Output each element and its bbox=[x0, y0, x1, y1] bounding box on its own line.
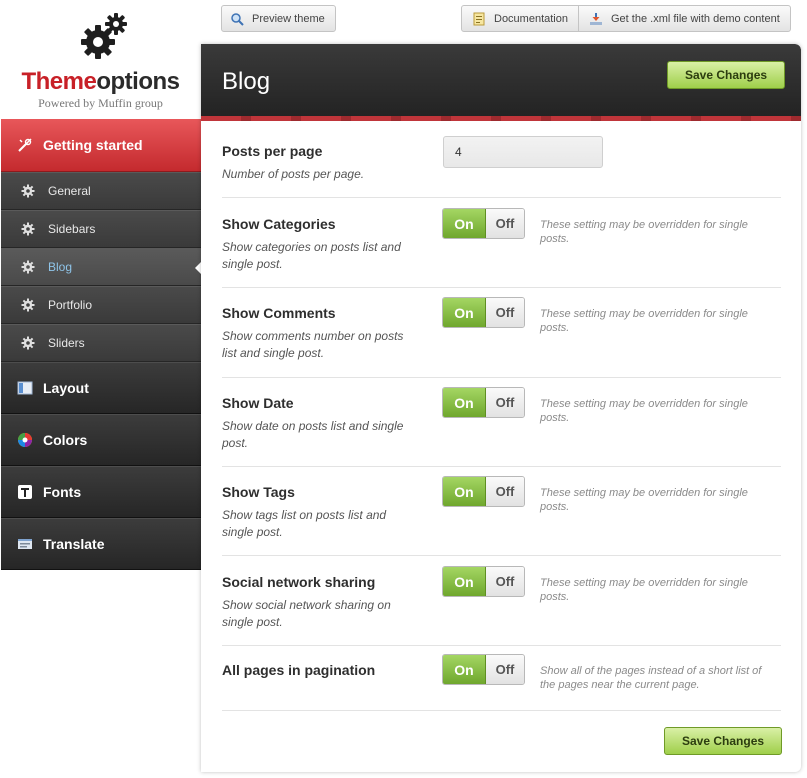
logo-powered-by: Powered by Muffin group bbox=[38, 96, 163, 110]
save-changes-button-bottom[interactable]: Save Changes bbox=[664, 727, 783, 755]
options-panel: Blog Save Changes Posts per page Number … bbox=[201, 44, 801, 772]
gear-icon bbox=[20, 335, 36, 351]
toggle-off[interactable]: Off bbox=[486, 298, 524, 327]
option-note: These setting may be overridden for sing… bbox=[540, 219, 748, 245]
download-xml-button[interactable]: Get the .xml file with demo content bbox=[578, 6, 790, 31]
option-description: Show social network sharing on single po… bbox=[222, 598, 391, 629]
gear-icon bbox=[20, 297, 36, 313]
sidebar-item-label: Sliders bbox=[48, 336, 85, 350]
social-sharing-toggle[interactable]: On Off bbox=[442, 566, 525, 597]
option-description: Show tags list on posts list and single … bbox=[222, 508, 387, 539]
sidebar: Getting started General Sidebars Blog Po… bbox=[1, 119, 202, 570]
documentation-button[interactable]: Documentation bbox=[462, 6, 578, 31]
option-note: These setting may be overridden for sing… bbox=[540, 577, 748, 603]
logo-word-options: options bbox=[96, 68, 180, 95]
translate-icon bbox=[17, 536, 33, 552]
download-xml-label: Get the .xml file with demo content bbox=[611, 12, 780, 25]
sidebar-item-fonts[interactable]: Fonts bbox=[1, 466, 201, 518]
sidebar-item-label: Fonts bbox=[43, 484, 82, 500]
sidebar-item-layout[interactable]: Layout bbox=[1, 362, 201, 414]
top-button-group: Documentation Get the .xml file with dem… bbox=[461, 5, 791, 32]
download-icon bbox=[589, 12, 603, 26]
sidebar-item-colors[interactable]: Colors bbox=[1, 414, 201, 466]
toggle-on[interactable]: On bbox=[443, 388, 486, 417]
save-changes-button-top[interactable]: Save Changes bbox=[667, 61, 786, 89]
option-note: These setting may be overridden for sing… bbox=[540, 398, 748, 424]
sidebar-item-label: Layout bbox=[43, 380, 89, 396]
toggle-off[interactable]: Off bbox=[486, 655, 524, 684]
sidebar-item-label: Blog bbox=[48, 260, 73, 274]
toggle-off[interactable]: Off bbox=[486, 477, 524, 506]
documentation-label: Documentation bbox=[494, 12, 568, 25]
option-note: These setting may be overridden for sing… bbox=[540, 487, 748, 513]
sidebar-item-label: General bbox=[48, 184, 91, 198]
toggle-on[interactable]: On bbox=[443, 567, 486, 596]
option-show-tags: Show Tags Show tags list on posts list a… bbox=[222, 476, 781, 556]
sidebar-item-translate[interactable]: Translate bbox=[1, 518, 201, 570]
option-social-sharing: Social network sharing Show social netwo… bbox=[222, 566, 781, 646]
gear-icon bbox=[20, 183, 36, 199]
option-description: Show comments number on posts list and s… bbox=[222, 329, 404, 360]
preview-theme-label: Preview theme bbox=[252, 12, 325, 25]
page-title: Blog bbox=[222, 68, 271, 95]
gear-icon bbox=[20, 221, 36, 237]
option-title: All pages in pagination bbox=[222, 662, 376, 678]
logo-word-theme: Theme bbox=[21, 68, 97, 95]
show-tags-toggle[interactable]: On Off bbox=[442, 476, 525, 507]
color-wheel-icon bbox=[17, 432, 33, 448]
sidebar-item-sliders[interactable]: Sliders bbox=[1, 324, 201, 362]
document-icon bbox=[472, 12, 486, 26]
option-show-comments: Show Comments Show comments number on po… bbox=[222, 297, 781, 378]
sidebar-item-blog[interactable]: Blog bbox=[1, 248, 202, 286]
toggle-off[interactable]: Off bbox=[486, 388, 524, 417]
option-title: Posts per page bbox=[222, 143, 323, 159]
option-note: These setting may be overridden for sing… bbox=[540, 308, 748, 334]
option-title: Show Date bbox=[222, 395, 294, 411]
preview-theme-button[interactable]: Preview theme bbox=[221, 5, 336, 32]
pagination-toggle[interactable]: On Off bbox=[442, 654, 525, 685]
show-comments-toggle[interactable]: On Off bbox=[442, 297, 525, 328]
gears-icon bbox=[81, 13, 127, 59]
sidebar-item-label: Getting started bbox=[43, 137, 143, 153]
logo-wordmark: Themeoptions bbox=[0, 68, 201, 96]
option-note: Show all of the pages instead of a short… bbox=[540, 665, 762, 691]
toggle-on[interactable]: On bbox=[443, 209, 486, 238]
option-all-pages-pagination: All pages in pagination On Off Show all … bbox=[222, 654, 781, 711]
option-title: Social network sharing bbox=[222, 574, 376, 590]
option-title: Show Comments bbox=[222, 305, 336, 321]
panel-header: Blog Save Changes bbox=[201, 44, 801, 116]
toggle-off[interactable]: Off bbox=[486, 209, 524, 238]
font-icon bbox=[17, 484, 33, 500]
posts-per-page-input[interactable]: 4 bbox=[443, 136, 603, 168]
option-description: Show categories on posts list and single… bbox=[222, 240, 401, 271]
sidebar-item-label: Colors bbox=[43, 432, 88, 448]
option-show-date: Show Date Show date on posts list and si… bbox=[222, 387, 781, 467]
toggle-off[interactable]: Off bbox=[486, 567, 524, 596]
show-categories-toggle[interactable]: On Off bbox=[442, 208, 525, 239]
sidebar-item-sidebars[interactable]: Sidebars bbox=[1, 210, 201, 248]
layout-icon bbox=[17, 380, 33, 396]
option-title: Show Tags bbox=[222, 484, 295, 500]
option-posts-per-page: Posts per page Number of posts per page.… bbox=[222, 136, 781, 198]
option-description: Number of posts per page. bbox=[222, 167, 365, 181]
option-title: Show Categories bbox=[222, 216, 336, 232]
toggle-on[interactable]: On bbox=[443, 477, 486, 506]
magnifier-icon bbox=[230, 12, 244, 26]
header-stripe bbox=[201, 116, 801, 121]
sidebar-item-portfolio[interactable]: Portfolio bbox=[1, 286, 201, 324]
gear-icon bbox=[20, 259, 36, 275]
sidebar-item-label: Translate bbox=[43, 536, 105, 552]
toggle-on[interactable]: On bbox=[443, 298, 486, 327]
option-description: Show date on posts list and single post. bbox=[222, 419, 404, 450]
option-show-categories: Show Categories Show categories on posts… bbox=[222, 208, 781, 288]
sidebar-item-label: Portfolio bbox=[48, 298, 93, 312]
logo: Themeoptions Powered by Muffin group bbox=[0, 0, 201, 118]
sidebar-item-label: Sidebars bbox=[48, 222, 96, 236]
sidebar-item-getting-started[interactable]: Getting started bbox=[1, 119, 201, 172]
tools-icon bbox=[17, 137, 33, 153]
sidebar-item-general[interactable]: General bbox=[1, 172, 201, 210]
show-date-toggle[interactable]: On Off bbox=[442, 387, 525, 418]
toggle-on[interactable]: On bbox=[443, 655, 486, 684]
